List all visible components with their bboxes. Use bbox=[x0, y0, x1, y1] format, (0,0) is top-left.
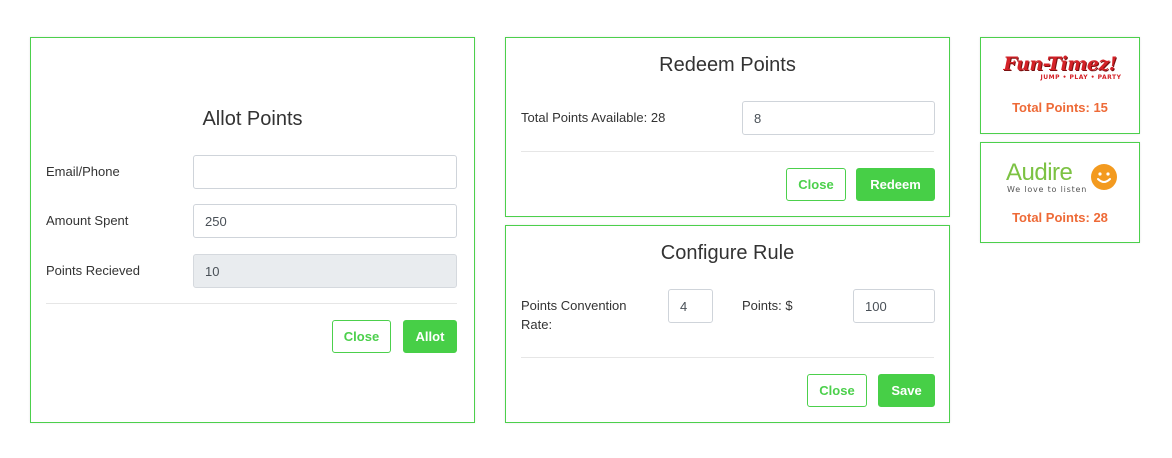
points-conversion-rate-input[interactable] bbox=[668, 289, 713, 323]
audire-logo-tagline: We love to listen bbox=[1007, 185, 1088, 194]
audire-brand-card[interactable]: Audire We love to listen Total Points: 2… bbox=[980, 142, 1140, 243]
points-dollars-input[interactable] bbox=[853, 289, 935, 323]
allot-points-card: Allot Points Email/Phone Amount Spent Po… bbox=[30, 37, 475, 423]
allot-divider bbox=[46, 303, 457, 304]
audire-total-points: Total Points: 28 bbox=[1012, 210, 1108, 225]
redeem-points-input[interactable] bbox=[742, 101, 935, 135]
points-received-label: Points Recieved bbox=[46, 263, 140, 278]
email-phone-label: Email/Phone bbox=[46, 164, 120, 179]
total-points-available-label: Total Points Available: 28 bbox=[521, 110, 666, 125]
funtimez-logo-text: Fun-Timez! bbox=[1003, 53, 1117, 75]
save-button[interactable]: Save bbox=[878, 374, 935, 407]
redeem-button[interactable]: Redeem bbox=[856, 168, 935, 201]
funtimez-brand-card[interactable]: Fun-Timez! JUMP • PLAY • PARTY Total Poi… bbox=[980, 37, 1140, 134]
configure-rule-card: Configure Rule Points Convention Rate: P… bbox=[505, 225, 950, 423]
points-conversion-rate-label: Points Convention Rate: bbox=[521, 298, 627, 332]
allot-points-title: Allot Points bbox=[202, 108, 303, 130]
redeem-points-card: Redeem Points Total Points Available: 28… bbox=[505, 37, 950, 217]
configure-rule-title: Configure Rule bbox=[660, 242, 795, 264]
redeem-points-title: Redeem Points bbox=[659, 54, 796, 76]
email-phone-input[interactable] bbox=[193, 155, 457, 189]
allot-button[interactable]: Allot bbox=[403, 320, 457, 353]
amount-spent-label: Amount Spent bbox=[46, 213, 129, 228]
amount-spent-input[interactable] bbox=[193, 204, 457, 238]
points-received-field bbox=[193, 254, 457, 288]
audire-logo-text: Audire bbox=[1006, 159, 1073, 186]
funtimez-logo: Fun-Timez! JUMP • PLAY • PARTY bbox=[981, 54, 1139, 81]
configure-divider bbox=[521, 357, 934, 358]
audire-smiley-icon bbox=[1091, 164, 1117, 190]
redeem-divider bbox=[521, 151, 934, 152]
allot-close-button[interactable]: Close bbox=[332, 320, 391, 353]
audire-logo: Audire We love to listen bbox=[1006, 160, 1121, 200]
funtimez-total-points: Total Points: 15 bbox=[1012, 100, 1108, 115]
configure-close-button[interactable]: Close bbox=[807, 374, 867, 407]
redeem-close-button[interactable]: Close bbox=[786, 168, 846, 201]
funtimez-logo-tagline: JUMP • PLAY • PARTY bbox=[1040, 74, 1122, 81]
points-dollars-label: Points: $ bbox=[742, 298, 793, 313]
